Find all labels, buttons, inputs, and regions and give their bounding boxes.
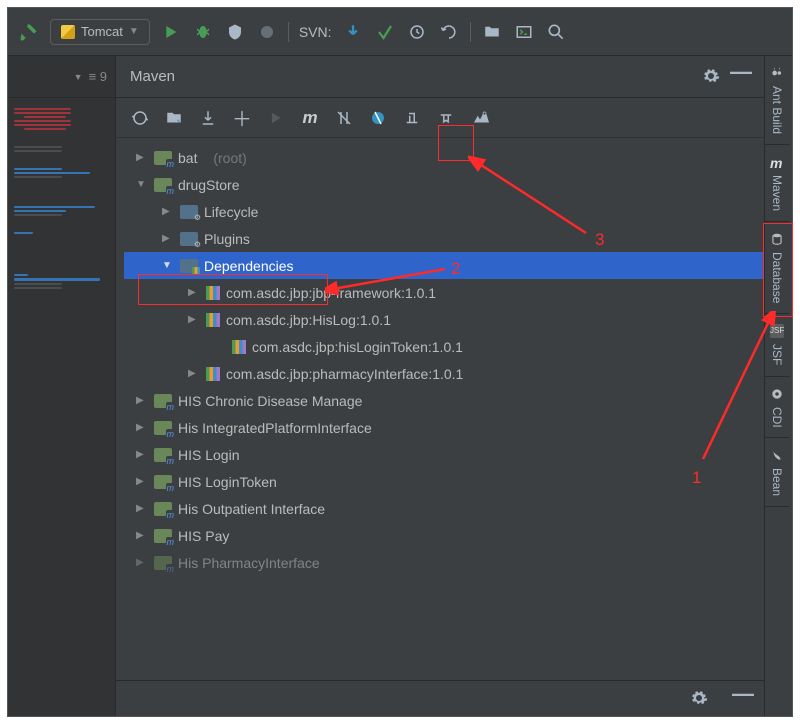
download-sources-icon[interactable]	[198, 108, 218, 128]
dependencies-folder-icon	[180, 259, 198, 273]
maven-module-icon	[154, 394, 172, 408]
tree-node-lifecycle[interactable]: Lifecycle	[124, 198, 764, 225]
run-icon[interactable]	[160, 21, 182, 43]
jsf-tab[interactable]: JSF JSF	[765, 314, 789, 376]
gutter-indicator[interactable]: ▼≡ 9	[8, 56, 115, 98]
maven-module-icon	[154, 556, 172, 570]
run-config-label: Tomcat	[81, 24, 123, 39]
cdi-tab[interactable]: CDI	[765, 377, 789, 439]
terminal-icon[interactable]	[513, 21, 535, 43]
tree-module[interactable]: His PharmacyInterface	[124, 549, 764, 576]
generate-sources-icon[interactable]	[164, 108, 184, 128]
svn-revert-icon[interactable]	[438, 21, 460, 43]
svn-commit-icon[interactable]	[342, 21, 364, 43]
open-folder-icon[interactable]	[481, 21, 503, 43]
plugins-folder-icon	[180, 232, 198, 246]
ant-build-tab[interactable]: Ant Build	[765, 56, 789, 145]
profile-icon[interactable]	[256, 21, 278, 43]
tool-window-header: Maven —	[116, 56, 764, 98]
maven-tool-window: Maven — ＋ m bat (root) drugStore Lifecyc…	[116, 56, 764, 716]
gear-icon[interactable]	[690, 689, 710, 709]
chevron-down-icon: ▼	[129, 26, 139, 37]
svn-label: SVN:	[299, 24, 332, 40]
tree-module[interactable]: HIS Login	[124, 441, 764, 468]
main-toolbar: Tomcat ▼ SVN:	[8, 8, 792, 56]
reimport-icon[interactable]	[130, 108, 150, 128]
right-tool-strip: Ant Build m Maven Database JSF JSF CDI B…	[764, 56, 792, 716]
dependency-icon	[232, 340, 246, 354]
debug-icon[interactable]	[192, 21, 214, 43]
minimap	[8, 98, 115, 299]
run-maven-build-icon[interactable]	[266, 108, 286, 128]
toolbar-separator	[470, 22, 471, 42]
show-dependencies-icon[interactable]	[402, 108, 422, 128]
collapse-all-icon[interactable]	[436, 108, 456, 128]
tree-dependency[interactable]: com.asdc.jbp:jbp-framework:1.0.1	[124, 279, 764, 306]
lifecycle-folder-icon	[180, 205, 198, 219]
tree-module[interactable]: His Outpatient Interface	[124, 495, 764, 522]
svn-history-icon[interactable]	[406, 21, 428, 43]
tree-module[interactable]: HIS Chronic Disease Manage	[124, 387, 764, 414]
tree-node-plugins[interactable]: Plugins	[124, 225, 764, 252]
tree-dependency[interactable]: com.asdc.jbp:HisLog:1.0.1	[124, 306, 764, 333]
run-config-dropdown[interactable]: Tomcat ▼	[50, 19, 150, 45]
tree-module[interactable]: HIS Pay	[124, 522, 764, 549]
bean-tab[interactable]: Bean	[765, 438, 789, 507]
build-icon[interactable]	[18, 21, 40, 43]
maven-tab[interactable]: m Maven	[765, 145, 789, 222]
tree-dependency[interactable]: com.asdc.jbp:pharmacyInterface:1.0.1	[124, 360, 764, 387]
search-icon[interactable]	[545, 21, 567, 43]
maven-module-icon	[154, 502, 172, 516]
maven-module-icon	[154, 475, 172, 489]
maven-module-icon	[154, 448, 172, 462]
svn-update-icon[interactable]	[374, 21, 396, 43]
execute-maven-goal-icon[interactable]: m	[300, 108, 320, 128]
maven-tree: bat (root) drugStore Lifecycle Plugins D…	[116, 138, 764, 680]
dependency-icon	[206, 286, 220, 300]
tomcat-icon	[61, 25, 75, 39]
maven-m-icon: m	[770, 155, 784, 169]
tree-node-dependencies[interactable]: Dependencies	[124, 252, 764, 279]
gear-icon[interactable]	[702, 67, 722, 87]
dependency-icon	[206, 367, 220, 381]
tree-module[interactable]: HIS LoginToken	[124, 468, 764, 495]
tool-window-title: Maven	[130, 68, 175, 85]
toggle-skip-tests-icon[interactable]	[368, 108, 388, 128]
dependency-icon	[206, 313, 220, 327]
database-tab[interactable]: Database	[765, 222, 789, 314]
maven-module-icon	[154, 529, 172, 543]
toolbar-separator	[288, 22, 289, 42]
add-maven-project-icon[interactable]: ＋	[232, 108, 252, 128]
editor-gutter: ▼≡ 9	[8, 56, 116, 716]
toggle-offline-icon[interactable]	[334, 108, 354, 128]
maven-settings-icon[interactable]	[470, 108, 490, 128]
tree-dependency[interactable]: com.asdc.jbp:hisLoginToken:1.0.1	[124, 333, 764, 360]
minimize-icon[interactable]: —	[732, 689, 752, 709]
coverage-icon[interactable]	[224, 21, 246, 43]
maven-module-icon	[154, 178, 172, 192]
maven-toolbar: ＋ m	[116, 98, 764, 138]
tree-module-drugstore[interactable]: drugStore	[124, 171, 764, 198]
minimize-icon[interactable]: —	[730, 67, 750, 87]
maven-module-icon	[154, 421, 172, 435]
tree-module-bat[interactable]: bat (root)	[124, 144, 764, 171]
ide-frame: Tomcat ▼ SVN:	[7, 7, 793, 717]
tool-window-footer: —	[116, 680, 764, 716]
tree-module[interactable]: His IntegratedPlatformInterface	[124, 414, 764, 441]
maven-module-icon	[154, 151, 172, 165]
